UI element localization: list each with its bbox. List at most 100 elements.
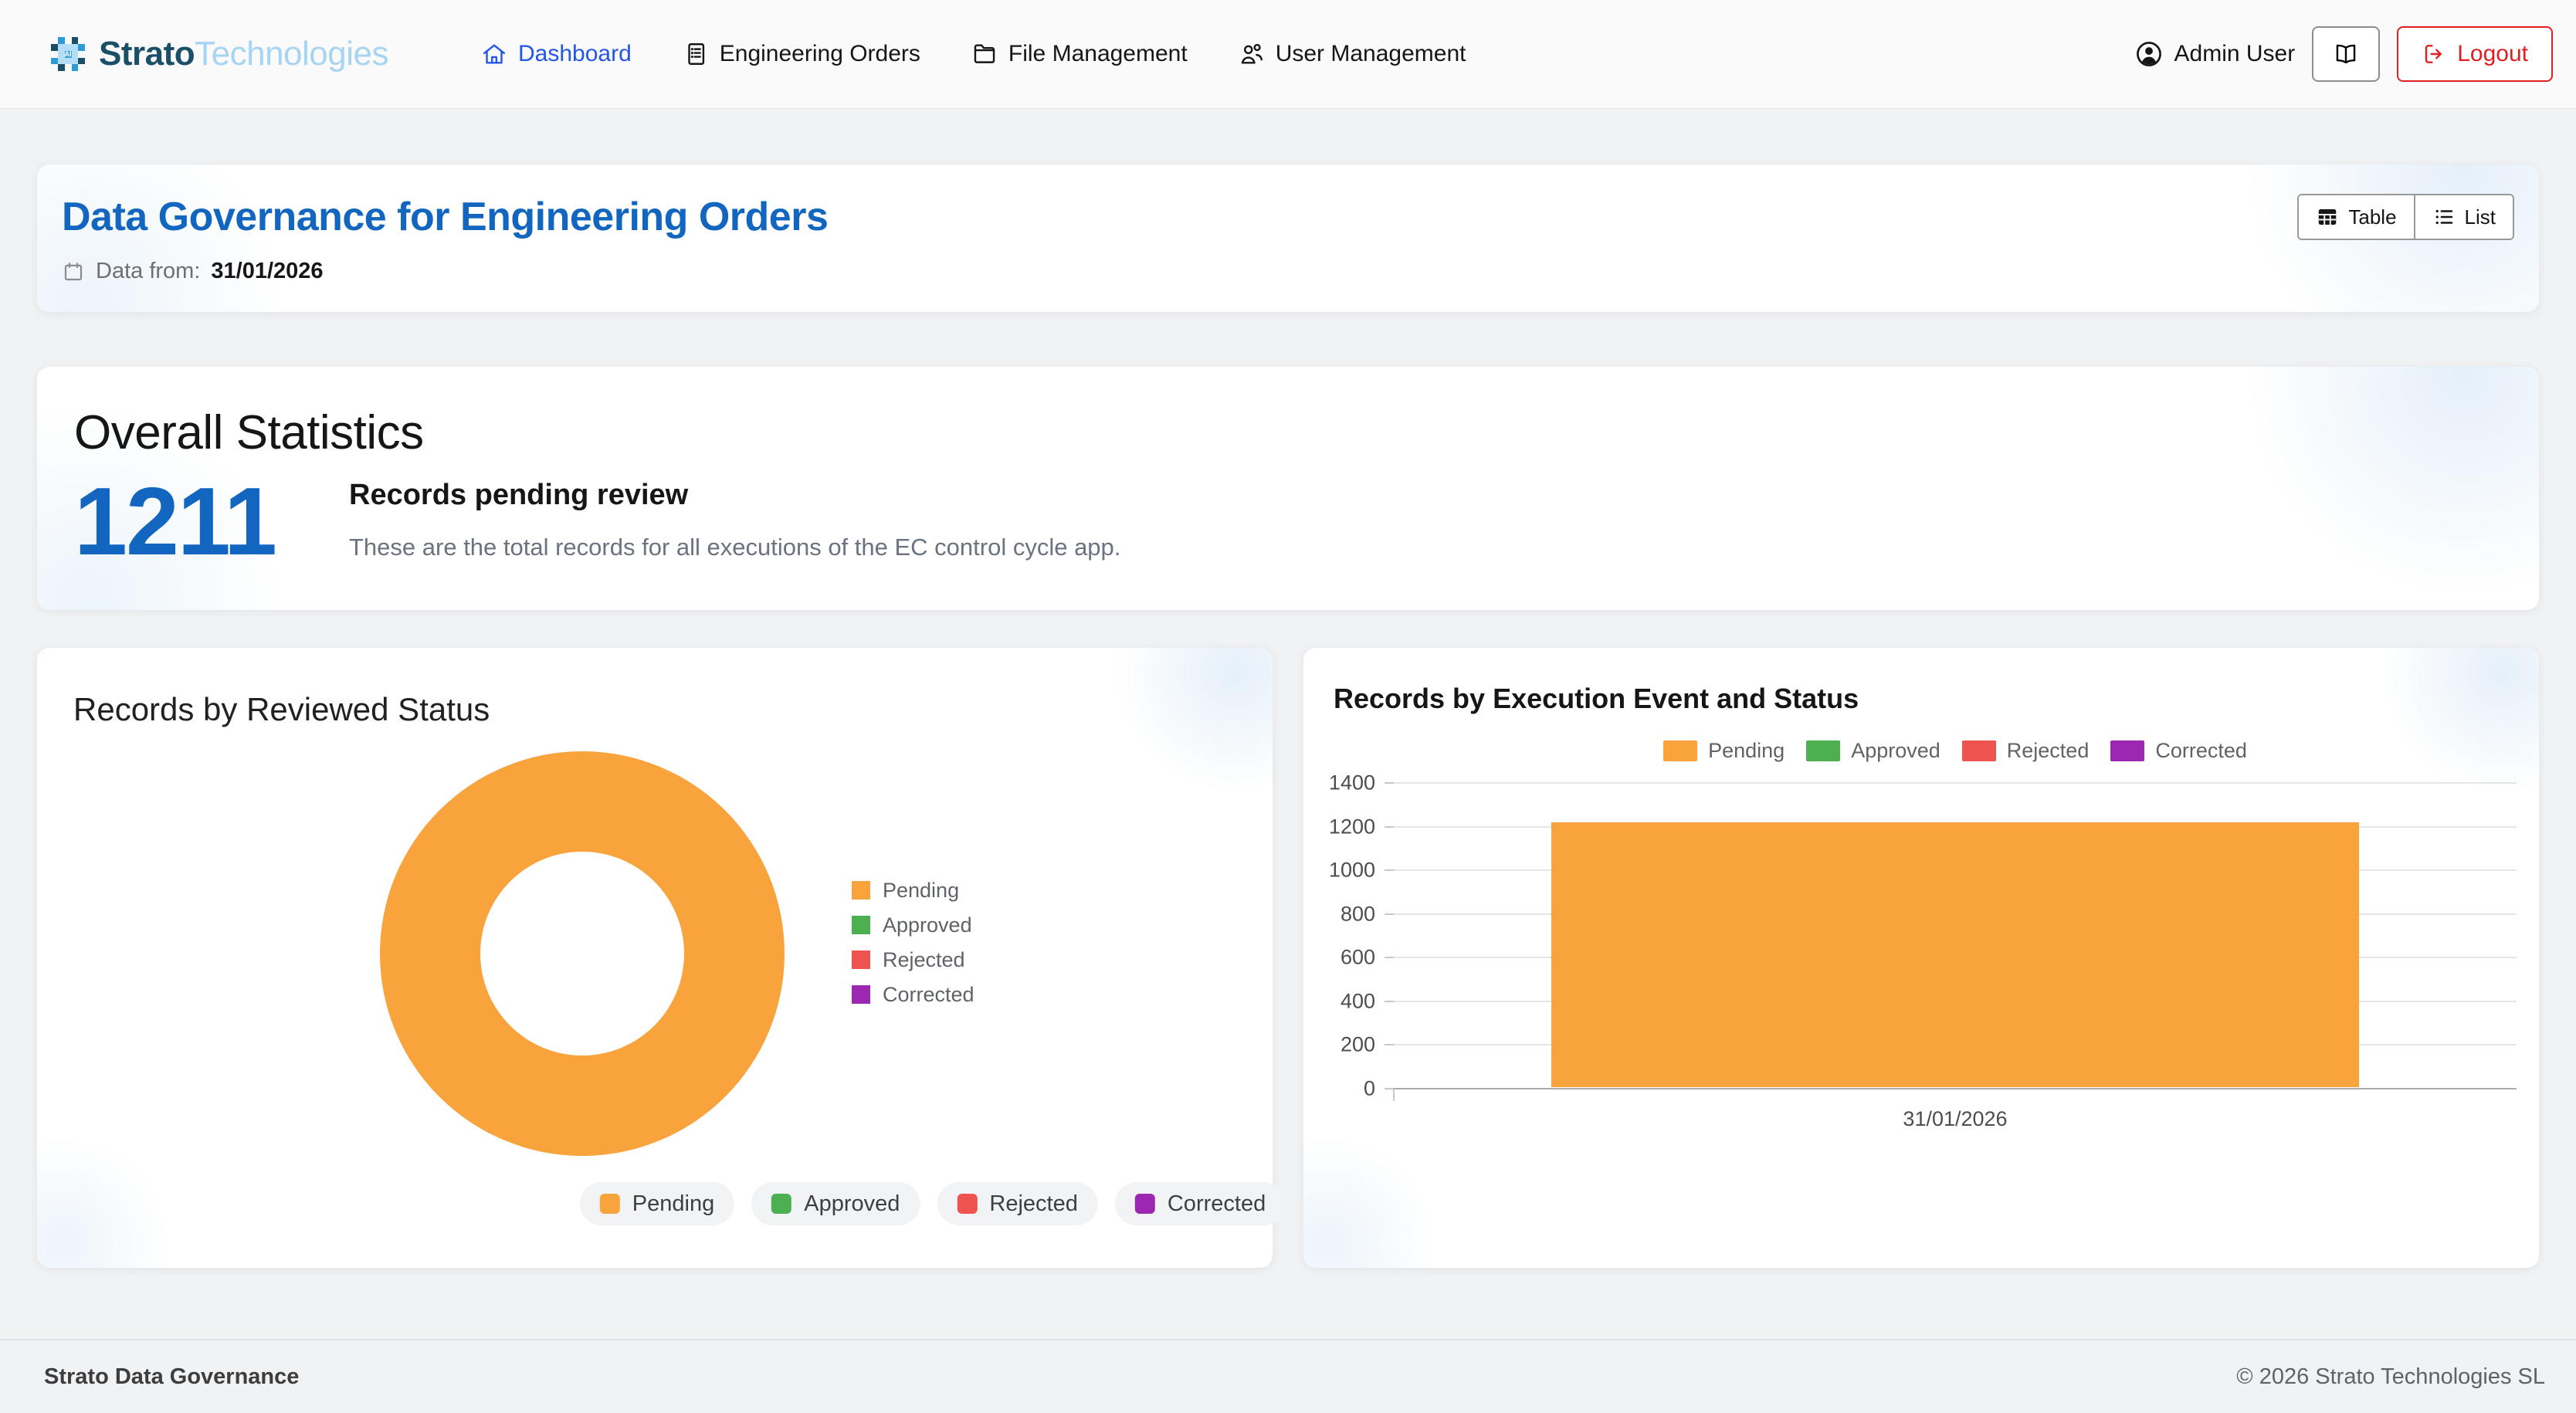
logout-icon: [2422, 42, 2446, 66]
legend-label: Approved: [804, 1191, 900, 1217]
donut-chart-title: Records by Reviewed Status: [73, 691, 1236, 728]
x-axis-label: 31/01/2026: [1394, 1107, 2517, 1131]
legend-swatch: [957, 1194, 977, 1214]
legend-pill-rejected[interactable]: Rejected: [937, 1182, 1097, 1225]
legend-swatch: [771, 1194, 791, 1214]
legend-pill-approved[interactable]: Approved: [751, 1182, 920, 1225]
legend-item-pending[interactable]: Pending: [852, 879, 974, 901]
legend-item-approved[interactable]: Approved: [1806, 739, 1940, 763]
donut-side-legend: Pending Approved Rejected Corrected: [852, 879, 974, 1005]
y-tick-label: 1200: [1329, 815, 1375, 839]
data-date-row: Data from: 31/01/2026: [62, 259, 828, 284]
bar-chart-legend: Pending Approved Rejected Corrected: [1394, 739, 2517, 763]
legend-swatch: [1806, 740, 1840, 761]
nav-links: Dashboard Engineering Orders File Manage…: [481, 41, 1466, 67]
main-content: Data Governance for Engineering Orders D…: [0, 108, 2576, 1339]
legend-item-pending[interactable]: Pending: [1663, 739, 1785, 763]
legend-swatch: [852, 916, 870, 934]
legend-pill-corrected[interactable]: Corrected: [1115, 1182, 1286, 1225]
docs-button[interactable]: [2312, 26, 2380, 82]
table-view-label: Table: [2348, 205, 2396, 229]
nav-right: Admin User Logout: [2134, 26, 2553, 82]
y-axis-tick: [1385, 1001, 1394, 1002]
bar-chart-plot[interactable]: 020040060080010001200140031/01/2026: [1394, 783, 2517, 1089]
table-view-button[interactable]: Table: [2299, 195, 2413, 239]
footer: Strato Data Governance © 2026 Strato Tec…: [0, 1339, 2576, 1413]
legend-item-corrected[interactable]: Corrected: [2110, 739, 2247, 763]
table-icon: [2316, 205, 2339, 229]
legend-label: Pending: [1708, 739, 1785, 763]
orders-icon: [683, 41, 709, 67]
legend-label: Rejected: [989, 1191, 1077, 1217]
donut-pill-legend: Pending Approved Rejected Corrected: [580, 1182, 1286, 1225]
legend-swatch: [852, 950, 870, 969]
nav-item-label: Dashboard: [518, 41, 632, 67]
y-axis-tick: [1385, 869, 1394, 871]
list-icon: [2432, 205, 2456, 229]
stats-row: 1211 Records pending review These are th…: [74, 474, 2502, 570]
legend-swatch: [1663, 740, 1697, 761]
gridline-0: [1394, 1088, 2517, 1089]
y-axis-tick: [1385, 957, 1394, 958]
y-tick-label: 400: [1341, 989, 1375, 1013]
brand-logo[interactable]: AI StratoTechnologies: [51, 35, 388, 73]
date-label: Data from:: [96, 259, 200, 284]
legend-swatch: [1135, 1194, 1155, 1214]
nav-item-engineering-orders[interactable]: Engineering Orders: [683, 41, 920, 67]
user-menu[interactable]: Admin User: [2134, 39, 2296, 69]
stats-texts: Records pending review These are the tot…: [349, 474, 1120, 561]
brand-ai-mark: AI: [65, 51, 72, 58]
home-icon: [481, 41, 507, 67]
y-axis-tick: [1385, 1044, 1394, 1045]
y-axis-tick: [1385, 782, 1394, 784]
y-tick-label: 200: [1341, 1033, 1375, 1057]
execution-event-chart-card: Records by Execution Event and Status Pe…: [1303, 648, 2539, 1268]
stacked-bar-31-01-2026[interactable]: [1551, 822, 2360, 1087]
list-view-button[interactable]: List: [2414, 195, 2513, 239]
brand-name-primary: Strato: [99, 35, 195, 73]
charts-row: Records by Reviewed Status Pending Approv…: [37, 648, 2539, 1268]
legend-label: Rejected: [2007, 739, 2090, 763]
book-icon: [2333, 41, 2359, 67]
y-tick-label: 1400: [1329, 771, 1375, 795]
user-avatar-icon: [2134, 39, 2164, 69]
legend-swatch: [2110, 740, 2144, 761]
brand-name: StratoTechnologies: [99, 35, 388, 73]
doughnut-hole: [480, 852, 684, 1056]
folder-icon: [971, 41, 998, 67]
legend-label: Corrected: [883, 983, 974, 1007]
users-icon: [1239, 41, 1265, 67]
stats-description: These are the total records for all exec…: [349, 534, 1120, 561]
footer-app-name: Strato Data Governance: [44, 1364, 299, 1390]
navbar: AI StratoTechnologies Dashboard Engineer…: [0, 0, 2576, 108]
y-tick-label: 600: [1341, 946, 1375, 970]
date-value: 31/01/2026: [211, 259, 323, 284]
y-axis-tick: [1385, 826, 1394, 828]
legend-swatch: [852, 881, 870, 900]
logout-button[interactable]: Logout: [2397, 26, 2553, 82]
legend-label: Approved: [883, 913, 972, 937]
doughnut-chart[interactable]: [380, 751, 785, 1156]
y-axis-tick: [1385, 913, 1394, 915]
bar-segment-pending[interactable]: [1551, 822, 2360, 1087]
legend-label: Pending: [883, 879, 959, 903]
legend-label: Rejected: [883, 948, 965, 972]
nav-item-user-management[interactable]: User Management: [1239, 41, 1466, 67]
y-tick-label: 1000: [1329, 859, 1375, 883]
nav-item-label: User Management: [1276, 41, 1466, 67]
nav-item-file-management[interactable]: File Management: [971, 41, 1188, 67]
legend-item-rejected[interactable]: Rejected: [852, 949, 974, 971]
legend-pill-pending[interactable]: Pending: [580, 1182, 734, 1225]
gridline-1400: [1394, 782, 2517, 784]
nav-item-dashboard[interactable]: Dashboard: [481, 41, 632, 67]
legend-item-rejected[interactable]: Rejected: [1962, 739, 2090, 763]
stats-title: Records pending review: [349, 479, 1120, 512]
legend-label: Corrected: [1168, 1191, 1266, 1217]
view-toggle-group: Table List: [2297, 194, 2514, 240]
page-header-card: Data Governance for Engineering Orders D…: [37, 164, 2539, 312]
y-tick-label: 0: [1364, 1077, 1375, 1101]
x-axis-tick: [1393, 1089, 1395, 1101]
legend-item-approved[interactable]: Approved: [852, 914, 974, 936]
page-title: Data Governance for Engineering Orders: [62, 194, 828, 240]
legend-item-corrected[interactable]: Corrected: [852, 984, 974, 1005]
